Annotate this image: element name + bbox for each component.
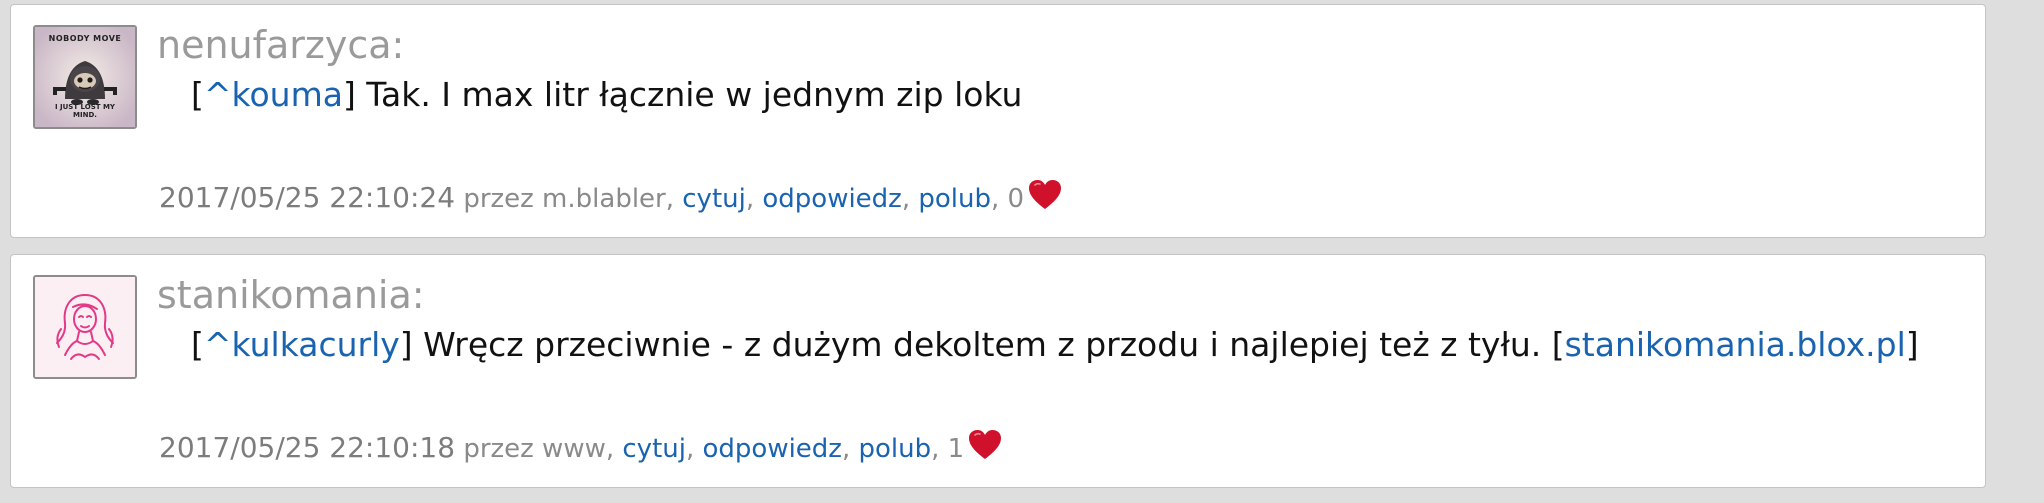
- comment-post: stanikomania: [^kulkacurly] Wręcz przeci…: [10, 254, 1986, 488]
- reply-bracket-open: [: [191, 75, 204, 114]
- quote-link[interactable]: cytuj: [622, 434, 686, 464]
- reply-to-link[interactable]: ^kulkacurly: [204, 325, 400, 364]
- post-username[interactable]: nenufarzyca:: [157, 23, 404, 69]
- post-message: [^kulkacurly] Wręcz przeciwnie - z dużym…: [191, 325, 1919, 365]
- reply-link[interactable]: odpowiedz: [762, 184, 901, 214]
- post-meta: 2017/05/25 22:10:18 przez www, cytuj, od…: [159, 429, 1002, 465]
- post-message: [^kouma] Tak. I max litr łącznie w jedny…: [191, 75, 1022, 115]
- post-meta: 2017/05/25 22:10:24 przez m.blabler, cyt…: [159, 179, 1062, 215]
- separator-comma: ,: [685, 434, 695, 464]
- quote-link[interactable]: cytuj: [682, 184, 746, 214]
- heart-icon[interactable]: [1028, 179, 1062, 211]
- message-text: Tak. I max litr łącznie w jednym zip lok…: [355, 75, 1023, 114]
- reply-bracket-open: [: [191, 325, 204, 364]
- separator-space: [850, 434, 858, 464]
- separator-comma: ,: [901, 184, 911, 214]
- avatar[interactable]: NOBODY MOVE I JUST LOST MY MIND.: [33, 25, 137, 129]
- post-author-source: przez m.blabler,: [463, 184, 674, 214]
- reply-bracket-close: ]: [342, 75, 356, 114]
- comment-post: NOBODY MOVE I JUST LOST MY MIND. nenufar…: [10, 4, 1986, 238]
- like-count: 0: [1007, 184, 1025, 214]
- message-text: Wręcz przeciwnie - z dużym dekoltem z pr…: [412, 325, 1552, 364]
- like-count: 1: [947, 434, 965, 464]
- like-link[interactable]: polub: [918, 184, 991, 214]
- source-bracket-close: ]: [1905, 325, 1919, 364]
- avatar[interactable]: [33, 275, 137, 379]
- reply-to-link[interactable]: ^kouma: [204, 75, 343, 114]
- source-bracket-open: [: [1551, 325, 1565, 364]
- woman-sketch-avatar-icon: [35, 277, 135, 377]
- avatar-text-bottom: I JUST LOST MY MIND.: [54, 103, 116, 119]
- post-timestamp: 2017/05/25 22:10:18: [159, 431, 456, 464]
- separator-space: [694, 434, 702, 464]
- reply-link[interactable]: odpowiedz: [703, 434, 842, 464]
- post-author-source: przez www,: [463, 434, 615, 464]
- avatar-text-top: NOBODY MOVE: [48, 34, 122, 43]
- separator-comma: ,: [745, 184, 755, 214]
- reply-bracket-close: ]: [399, 325, 413, 364]
- heart-icon[interactable]: [968, 429, 1002, 461]
- post-timestamp: 2017/05/25 22:10:24: [159, 181, 456, 214]
- source-link[interactable]: stanikomania.blox.pl: [1565, 325, 1906, 364]
- separator-space: [999, 184, 1007, 214]
- separator-comma: ,: [841, 434, 851, 464]
- like-link[interactable]: polub: [859, 434, 932, 464]
- post-username[interactable]: stanikomania:: [157, 273, 425, 319]
- separator-space: [939, 434, 947, 464]
